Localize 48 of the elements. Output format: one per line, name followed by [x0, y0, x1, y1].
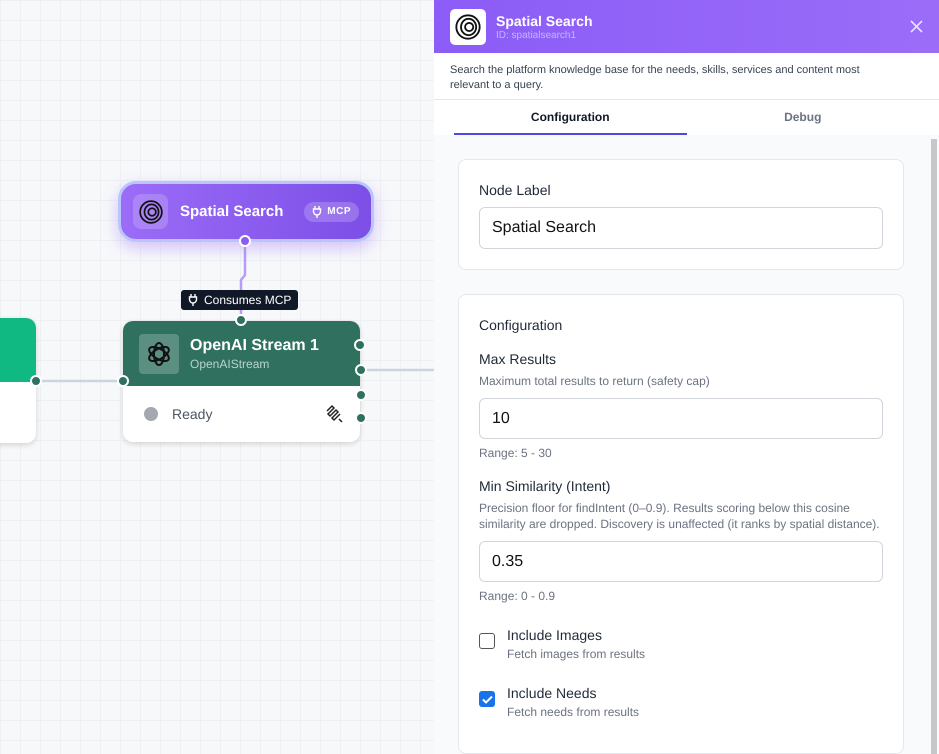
- status-dot: [144, 407, 158, 421]
- connection-handle[interactable]: [354, 339, 366, 351]
- scrollbar[interactable]: [931, 139, 937, 754]
- input-field[interactable]: Spatial Search: [479, 207, 883, 249]
- connection-handle[interactable]: [355, 389, 367, 401]
- edge-line: [364, 368, 434, 372]
- checkbox-label: Include Needs: [507, 685, 598, 701]
- checkbox[interactable]: [479, 691, 495, 707]
- panel-description: Search the platform knowledge base for the needs, skills, services and content most relevant to a query.: [434, 53, 939, 100]
- connection-handle[interactable]: [117, 375, 129, 387]
- status-text: Ready: [172, 406, 214, 422]
- range-text: Range: 5 - 30: [479, 446, 553, 460]
- connection-handle[interactable]: [355, 412, 367, 424]
- connection-handle[interactable]: [235, 314, 247, 326]
- node-title: OpenAI Stream 1: [190, 336, 319, 354]
- input-field[interactable]: 10: [479, 398, 883, 439]
- panel-title: Spatial Search: [496, 12, 592, 28]
- help-text: Fetch needs from results: [507, 705, 640, 719]
- connection-handle[interactable]: [30, 375, 42, 387]
- checkbox[interactable]: [479, 633, 495, 649]
- tab[interactable]: Debug: [686, 100, 919, 135]
- help-text: Fetch images from results: [507, 647, 646, 661]
- node-subtitle: OpenAIStream: [190, 356, 270, 370]
- spiral-icon: [138, 198, 164, 224]
- close-button[interactable]: [910, 20, 923, 33]
- help-text: Maximum total results to return (safety cap): [479, 373, 711, 389]
- node-card[interactable]: OpenAI Stream 1 OpenAIStream Ready: [123, 321, 360, 442]
- node-title: Spatial Search: [180, 203, 284, 220]
- tooltip: Consumes MCP: [181, 290, 298, 310]
- checkbox-label: Include Images: [507, 627, 603, 643]
- coil-icon: [324, 404, 344, 424]
- close-icon: [910, 20, 923, 33]
- connection-handle[interactable]: [355, 364, 367, 376]
- field-label: Max Results: [479, 351, 558, 367]
- help-text: Precision floor for findIntent (0–0.9). Results scoring below this cosine similarity are dropped. Discovery is unaffected (it ranks by spatial distance).: [479, 500, 881, 532]
- mcp-badge: MCP: [304, 202, 359, 222]
- node-card[interactable]: Spatial Search MCP: [118, 181, 374, 242]
- card-heading: Configuration: [479, 317, 564, 333]
- range-text: Range: 0 - 0.9: [479, 589, 556, 603]
- spiral-icon: [454, 12, 482, 40]
- plug-icon: [188, 294, 198, 306]
- input-field[interactable]: 0.35: [479, 541, 883, 582]
- checkmark-icon: [482, 694, 492, 704]
- plug-icon: [312, 206, 322, 218]
- field-label: Min Similarity (Intent): [479, 478, 612, 494]
- node-id: ID: spatialsearch1: [496, 30, 578, 40]
- card-heading: Node Label: [479, 182, 552, 198]
- connection-handle[interactable]: [239, 235, 251, 247]
